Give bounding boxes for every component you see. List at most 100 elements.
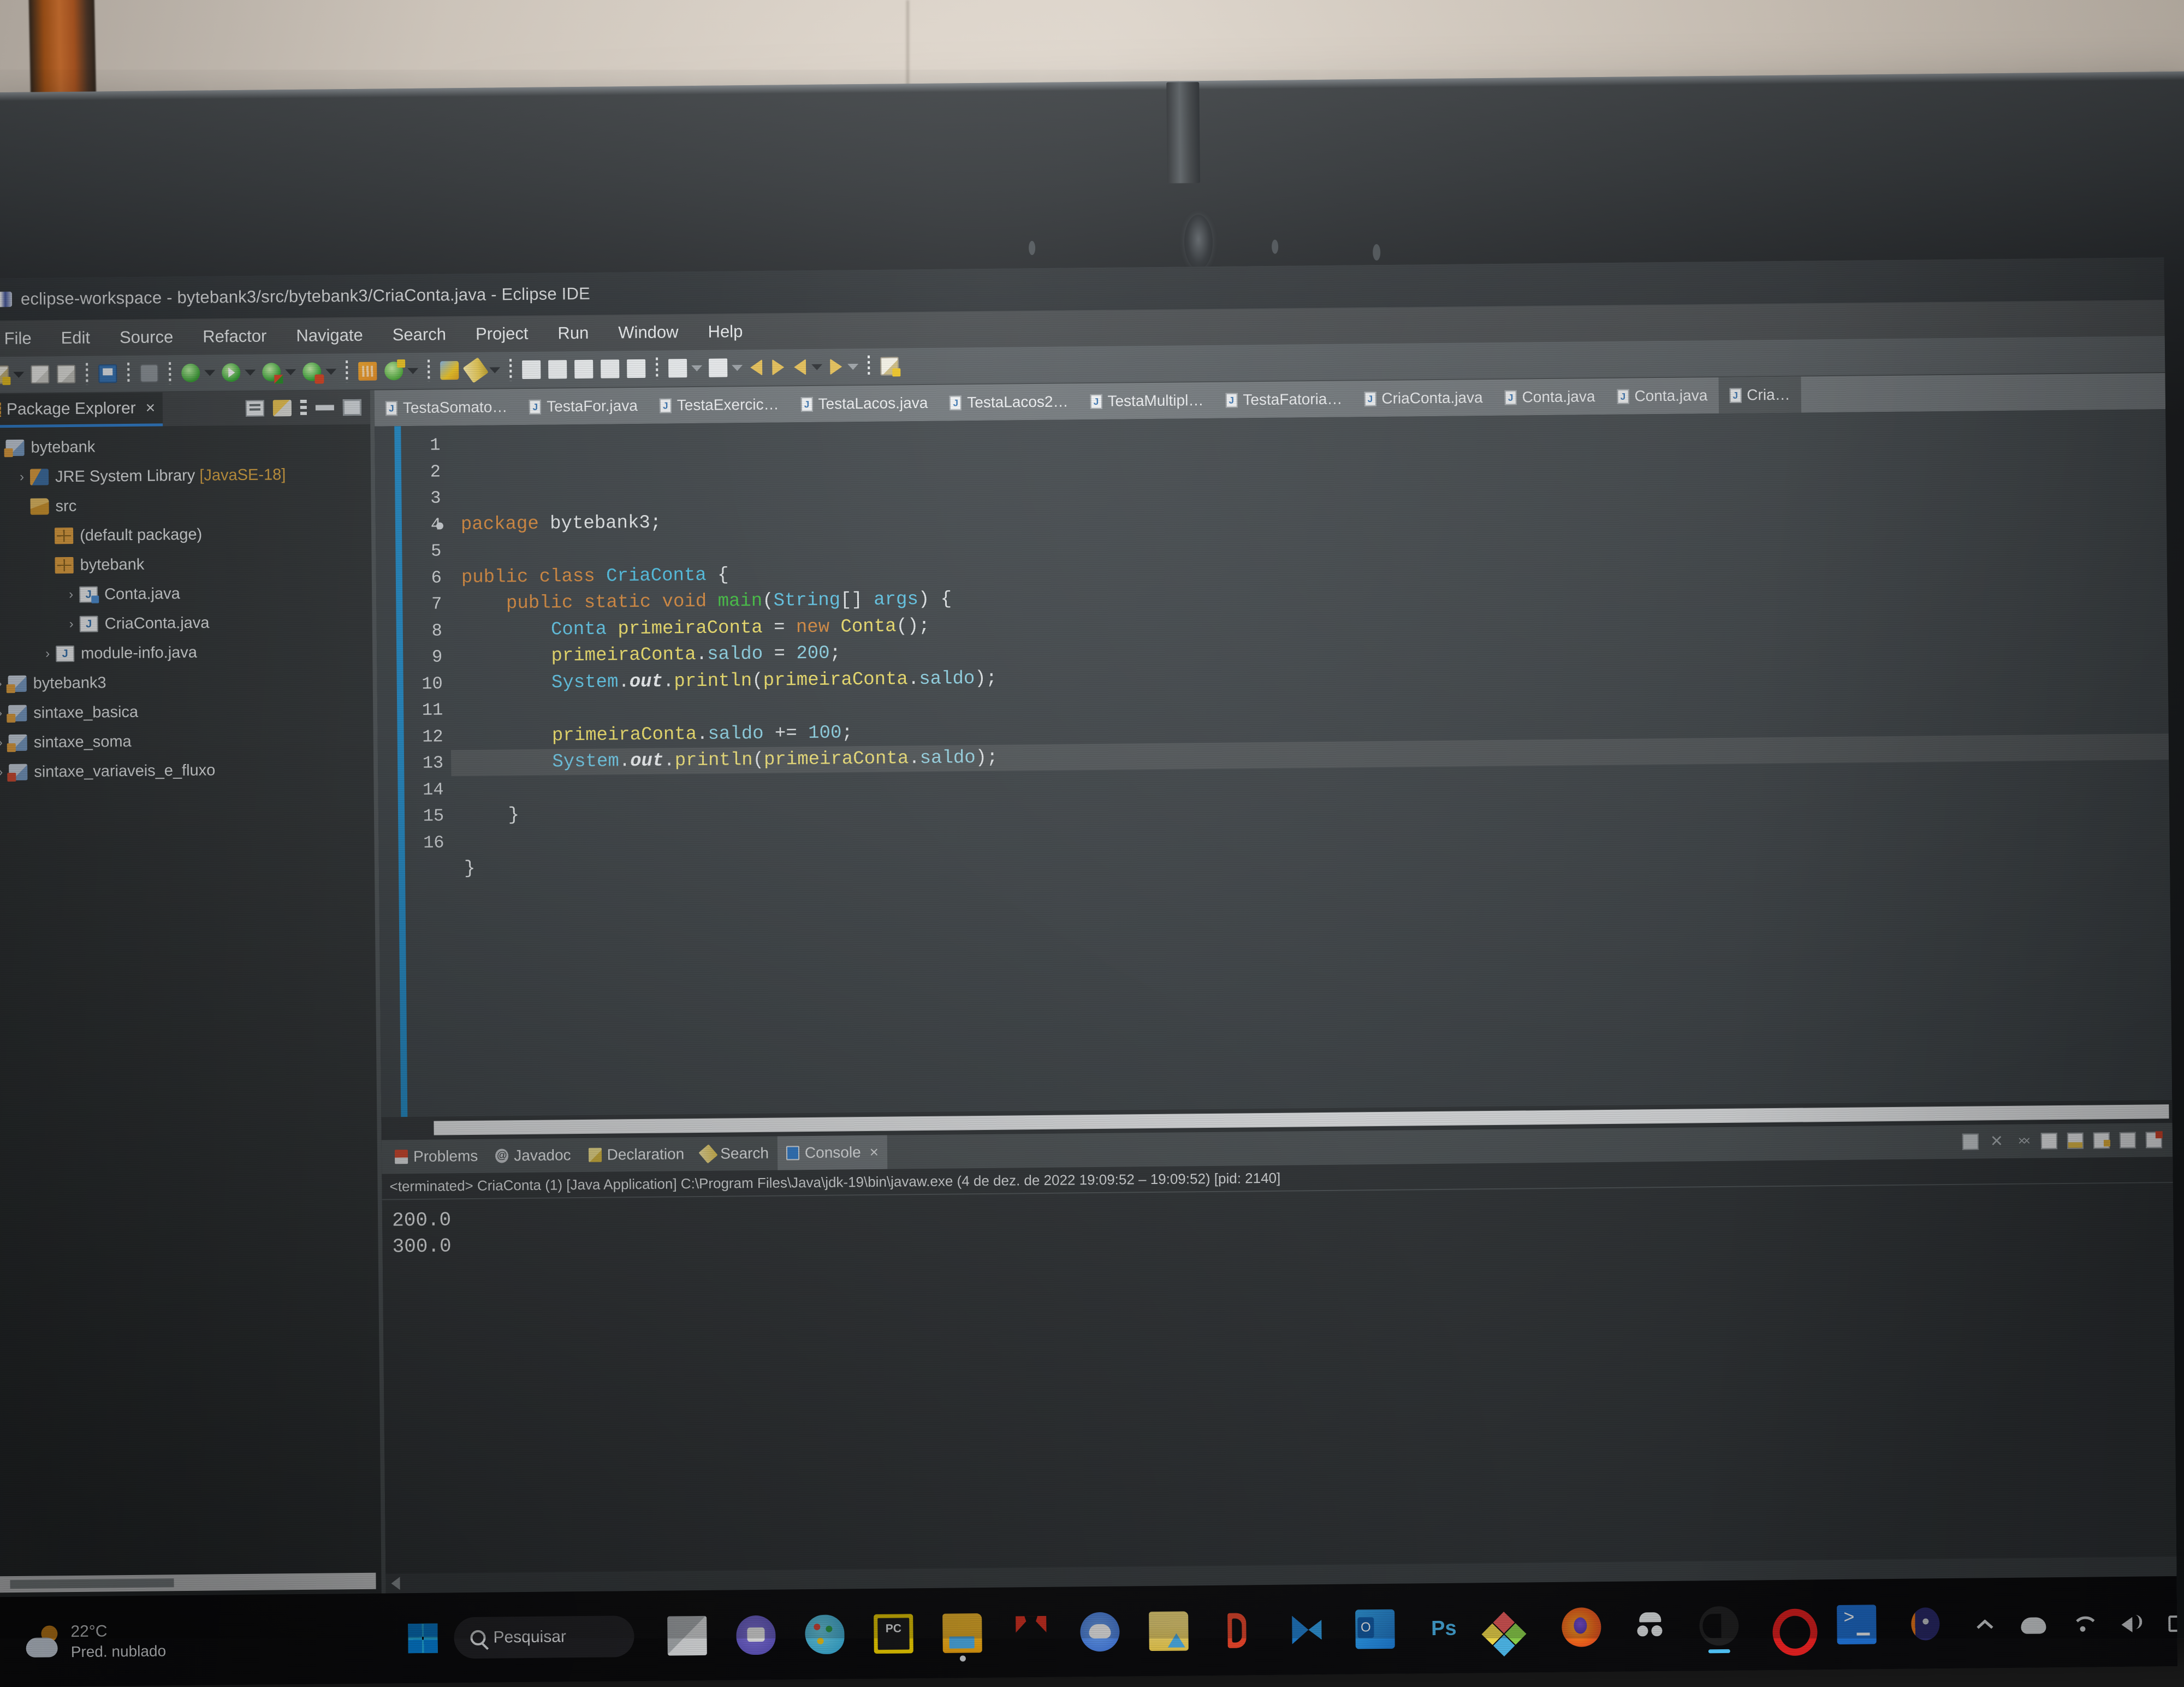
open-task-icon[interactable] (601, 359, 619, 378)
run-icon[interactable] (222, 363, 240, 382)
open-type-icon[interactable] (574, 360, 593, 378)
editor-tab[interactable]: Conta.java (1493, 378, 1606, 416)
tree-item[interactable]: ›Conta.java (0, 577, 372, 611)
firefox-icon[interactable] (1562, 1607, 1601, 1647)
link-icon[interactable] (140, 364, 158, 382)
save-icon[interactable] (31, 365, 49, 383)
wifi-icon[interactable] (2070, 1609, 2095, 1635)
editor-tab[interactable]: TestaLacos2… (939, 383, 1079, 421)
chevron-down-icon[interactable] (13, 371, 24, 377)
taskbar-search[interactable]: Pesquisar (454, 1615, 634, 1659)
tree-item[interactable]: ›CriaConta.java (0, 607, 372, 640)
menu-item-run[interactable]: Run (543, 323, 603, 344)
tree-item[interactable]: ›sintaxe_basica (0, 695, 373, 729)
next-annotation-icon[interactable] (668, 359, 687, 377)
remove-launch-icon[interactable] (1989, 1133, 2005, 1150)
link-with-editor-icon[interactable] (273, 400, 292, 416)
discord-icon[interactable] (1080, 1612, 1120, 1652)
back-icon[interactable] (750, 359, 762, 376)
editor-tab[interactable]: TestaFatoria… (1214, 381, 1354, 418)
pin-editor-icon[interactable] (880, 357, 899, 375)
scrollbar-track[interactable] (0, 1573, 376, 1593)
pycharm-icon[interactable] (874, 1614, 913, 1654)
chevron-down-icon[interactable] (811, 364, 822, 370)
editor-tab[interactable]: TestaLacos.java (790, 385, 939, 423)
coverage-icon[interactable] (302, 363, 321, 381)
tree-item[interactable]: ›bytebank3 (0, 666, 373, 699)
scroll-left-icon[interactable] (391, 1577, 400, 1590)
chevron-down-icon[interactable] (732, 365, 743, 371)
editor-tab[interactable]: Conta.java (1606, 377, 1718, 415)
save-all-icon[interactable] (57, 365, 75, 383)
tree-item[interactable]: src (0, 489, 371, 522)
menu-item-source[interactable]: Source (105, 327, 188, 347)
editor-tab[interactable]: TestaExercic… (649, 386, 790, 423)
debug-icon[interactable] (181, 364, 200, 382)
tree-item[interactable]: ›JRE System Library [JavaSE-18] (0, 459, 371, 493)
chevron-down-icon[interactable] (489, 367, 500, 373)
editor-tab[interactable]: TestaMultipl… (1079, 382, 1214, 419)
console-tab-console[interactable]: Console× (778, 1135, 888, 1170)
clear-console-icon[interactable] (2041, 1133, 2057, 1149)
word-wrap-icon[interactable] (2093, 1132, 2110, 1149)
view-menu-icon[interactable] (300, 400, 307, 416)
chevron-down-icon[interactable] (325, 369, 336, 375)
collapse-all-icon[interactable] (246, 400, 264, 417)
previous-annotation-icon[interactable] (709, 358, 727, 377)
forward-icon[interactable] (772, 359, 784, 375)
chevron-down-icon[interactable] (847, 364, 858, 370)
console-tab-search[interactable]: Search (693, 1136, 778, 1171)
task-view-icon[interactable] (667, 1615, 707, 1655)
chevron-right-icon[interactable]: › (39, 646, 56, 661)
chevron-down-icon[interactable] (691, 365, 702, 371)
office-icon[interactable] (1218, 1611, 1257, 1650)
minimize-icon[interactable] (316, 405, 334, 410)
dropbox-icon[interactable] (1493, 1608, 1533, 1648)
remove-all-launches-icon[interactable] (2015, 1133, 2031, 1150)
chevron-down-icon[interactable] (285, 369, 296, 375)
chevron-down-icon[interactable] (204, 370, 215, 376)
editor-tab[interactable]: TestaFor.java (518, 388, 649, 425)
maximize-icon[interactable] (343, 399, 361, 416)
chevron-right-icon[interactable]: › (14, 470, 30, 485)
code-text[interactable]: package bytebank3; public class CriaCont… (448, 409, 2172, 1116)
show-console-icon[interactable] (2120, 1132, 2136, 1149)
photoshop-icon[interactable] (1424, 1608, 1464, 1648)
chevron-down-icon[interactable] (407, 368, 418, 374)
menu-item-file[interactable]: File (0, 328, 46, 348)
new-file-icon[interactable] (0, 365, 9, 384)
weather-widget[interactable]: 22°C Pred. nublado (0, 1618, 408, 1662)
close-icon[interactable]: × (870, 1144, 879, 1161)
volume-icon[interactable] (2119, 1609, 2144, 1634)
tree-item[interactable]: bytebank (0, 430, 371, 463)
new-java-class-icon[interactable] (358, 362, 377, 381)
menu-item-refactor[interactable]: Refactor (188, 326, 282, 347)
search-icon[interactable] (522, 360, 541, 379)
skip-breakpoints-icon[interactable] (627, 359, 645, 378)
console-tab-problems[interactable]: Problems (386, 1139, 487, 1174)
tree-item[interactable]: ›module-info.java (0, 636, 372, 670)
menu-item-search[interactable]: Search (378, 324, 461, 345)
menu-item-edit[interactable]: Edit (46, 328, 105, 348)
forward-history-icon[interactable] (830, 358, 842, 375)
menu-item-project[interactable]: Project (461, 324, 543, 344)
folder-icon[interactable] (1149, 1611, 1189, 1651)
file-explorer-icon[interactable] (942, 1613, 982, 1653)
opera-icon[interactable] (1768, 1605, 1808, 1645)
editor-tab[interactable]: TestaSomato… (375, 389, 519, 427)
run-config-icon[interactable] (262, 363, 281, 381)
terminate-icon[interactable] (1962, 1133, 1979, 1150)
tab-package-explorer[interactable]: Package Explorer × (0, 392, 163, 428)
outlook-icon[interactable] (1355, 1609, 1395, 1649)
ruler-icon[interactable] (548, 360, 567, 378)
mcafee-icon[interactable] (1011, 1612, 1051, 1652)
scroll-lock-icon[interactable] (2067, 1133, 2084, 1149)
tree-item[interactable]: ›sintaxe_soma (0, 725, 373, 758)
new-wizard-icon[interactable] (440, 361, 459, 380)
menu-item-navigate[interactable]: Navigate (281, 325, 378, 346)
menu-item-window[interactable]: Window (603, 322, 693, 343)
battery-icon[interactable] (2168, 1615, 2177, 1631)
paint-icon[interactable] (805, 1614, 845, 1654)
explorer-horizontal-scrollbar[interactable] (0, 1568, 382, 1597)
teams-icon[interactable] (736, 1615, 776, 1655)
